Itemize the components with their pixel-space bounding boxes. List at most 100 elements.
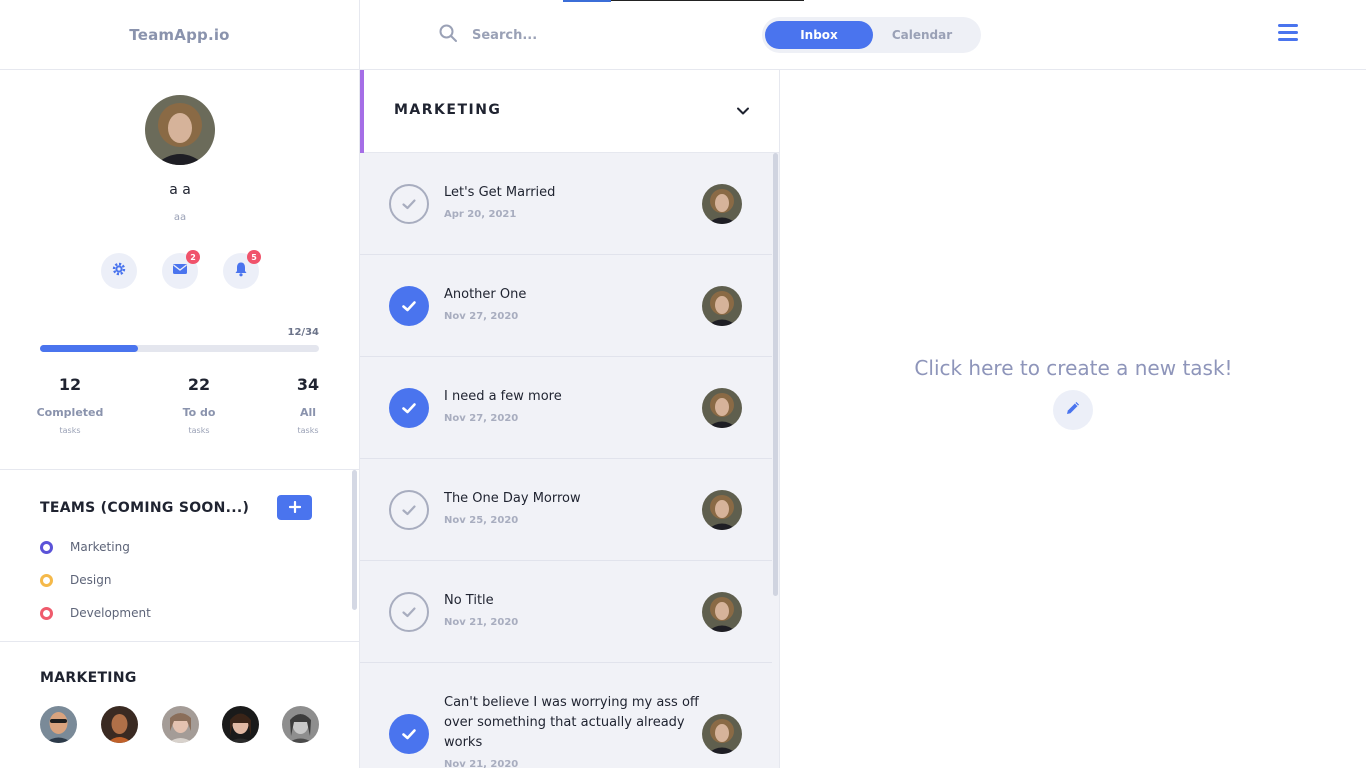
stat-sub: tasks bbox=[297, 426, 319, 435]
task-list-scrollbar[interactable] bbox=[773, 153, 778, 596]
task-assignee-avatar bbox=[702, 490, 742, 530]
hamburger-menu-icon[interactable] bbox=[1276, 22, 1300, 44]
divider bbox=[0, 469, 359, 470]
member-avatar[interactable] bbox=[222, 706, 259, 743]
team-label: Design bbox=[70, 573, 112, 587]
task-assignee-avatar bbox=[702, 184, 742, 224]
sidebar-scrollbar[interactable] bbox=[352, 470, 357, 610]
task-title: No Title bbox=[444, 593, 494, 608]
task-row[interactable]: No Title Nov 21, 2020 bbox=[360, 561, 772, 663]
team-item-marketing[interactable]: Marketing bbox=[40, 537, 130, 557]
task-assignee-avatar bbox=[702, 714, 742, 754]
stat-sub: tasks bbox=[188, 426, 210, 435]
task-checkbox[interactable] bbox=[389, 184, 429, 224]
stat-todo: 22 To do tasks bbox=[159, 375, 239, 435]
task-list-panel: MARKETING Let's Get Married Apr 20, 2021… bbox=[360, 70, 780, 768]
messages-badge: 2 bbox=[186, 250, 200, 264]
messages-button[interactable]: 2 bbox=[162, 250, 200, 289]
checkmark-icon bbox=[402, 403, 416, 414]
sidebar: a a aa 2 5 12/34 12 Completed tasks 22 T… bbox=[0, 70, 360, 768]
team-color-dot bbox=[40, 540, 53, 554]
app-root: TeamApp.io Inbox Calendar a a bbox=[0, 0, 1366, 768]
task-title: Can't believe I was worrying my ass off … bbox=[444, 695, 699, 750]
stat-label: All bbox=[299, 406, 317, 419]
notifications-button[interactable]: 5 bbox=[223, 250, 261, 289]
members-section-title: MARKETING bbox=[40, 670, 137, 686]
list-header-accent bbox=[360, 70, 364, 153]
member-avatar[interactable] bbox=[282, 706, 319, 743]
tab-inbox[interactable]: Inbox bbox=[765, 21, 873, 49]
search-input[interactable] bbox=[472, 27, 692, 43]
stat-completed: 12 Completed tasks bbox=[30, 375, 110, 435]
task-checkbox[interactable] bbox=[389, 388, 429, 428]
checkmark-icon bbox=[402, 729, 416, 740]
task-date: Nov 27, 2020 bbox=[444, 413, 519, 424]
teams-title: TEAMS (COMING SOON...) bbox=[40, 500, 250, 516]
profile-handle: aa bbox=[173, 212, 187, 223]
gear-icon bbox=[111, 261, 127, 281]
task-date: Nov 27, 2020 bbox=[444, 311, 519, 322]
task-row[interactable]: Can't believe I was worrying my ass off … bbox=[360, 663, 772, 768]
view-toggle: Inbox Calendar bbox=[762, 17, 981, 53]
task-date: Nov 21, 2020 bbox=[444, 759, 519, 768]
plus-icon bbox=[288, 498, 301, 517]
progress-bar bbox=[40, 345, 319, 352]
team-label: Marketing bbox=[70, 540, 130, 554]
progress-count: 12/34 bbox=[287, 327, 319, 338]
task-checkbox[interactable] bbox=[389, 592, 429, 632]
checkmark-icon bbox=[402, 199, 416, 210]
mail-icon bbox=[172, 261, 188, 281]
create-task-button[interactable] bbox=[1053, 390, 1093, 430]
task-detail-panel: Click here to create a new task! bbox=[781, 70, 1366, 768]
stat-sub: tasks bbox=[59, 426, 81, 435]
stat-label: To do bbox=[182, 406, 216, 419]
top-bar: TeamApp.io Inbox Calendar bbox=[0, 0, 1366, 70]
brand-logo[interactable]: TeamApp.io bbox=[0, 0, 360, 70]
team-label: Development bbox=[70, 606, 151, 620]
task-row[interactable]: The One Day Morrow Nov 25, 2020 bbox=[360, 459, 772, 561]
task-checkbox[interactable] bbox=[389, 714, 429, 754]
stat-label: Completed bbox=[36, 406, 104, 419]
task-list-header[interactable]: MARKETING bbox=[360, 70, 779, 153]
search-icon[interactable] bbox=[438, 23, 458, 47]
task-title: Another One bbox=[444, 287, 527, 302]
task-assignee-avatar bbox=[702, 286, 742, 326]
checkmark-icon bbox=[402, 505, 416, 516]
team-color-dot bbox=[40, 573, 53, 587]
team-item-design[interactable]: Design bbox=[40, 570, 111, 590]
task-assignee-avatar bbox=[702, 592, 742, 632]
stat-value: 34 bbox=[296, 375, 320, 394]
stat-value: 12 bbox=[58, 375, 82, 394]
create-task-link[interactable]: Click here to create a new task! bbox=[781, 356, 1366, 380]
stat-value: 22 bbox=[187, 375, 211, 394]
task-title: I need a few more bbox=[444, 389, 562, 404]
top-border-accent bbox=[563, 0, 611, 2]
task-list-title: MARKETING bbox=[394, 102, 502, 118]
profile-avatar[interactable] bbox=[145, 95, 215, 165]
task-title: Let's Get Married bbox=[444, 185, 556, 200]
team-item-development[interactable]: Development bbox=[40, 603, 151, 623]
task-checkbox[interactable] bbox=[389, 286, 429, 326]
task-date: Nov 21, 2020 bbox=[444, 617, 519, 628]
member-avatar[interactable] bbox=[40, 706, 77, 743]
task-row[interactable]: Let's Get Married Apr 20, 2021 bbox=[360, 153, 772, 255]
notifications-badge: 5 bbox=[247, 250, 261, 264]
chevron-down-icon[interactable] bbox=[734, 102, 752, 120]
task-title: The One Day Morrow bbox=[444, 491, 581, 506]
team-color-dot bbox=[40, 606, 53, 620]
task-date: Nov 25, 2020 bbox=[444, 515, 519, 526]
checkmark-icon bbox=[402, 301, 416, 312]
bell-icon bbox=[233, 261, 249, 281]
member-avatar[interactable] bbox=[101, 706, 138, 743]
add-team-button[interactable] bbox=[277, 495, 312, 520]
task-row[interactable]: I need a few more Nov 27, 2020 bbox=[360, 357, 772, 459]
settings-button[interactable] bbox=[101, 253, 137, 289]
pencil-icon bbox=[1063, 398, 1083, 422]
task-row[interactable]: Another One Nov 27, 2020 bbox=[360, 255, 772, 357]
divider bbox=[0, 641, 359, 642]
task-checkbox[interactable] bbox=[389, 490, 429, 530]
member-avatar[interactable] bbox=[162, 706, 199, 743]
task-date: Apr 20, 2021 bbox=[444, 209, 517, 220]
search-bar bbox=[438, 24, 692, 46]
tab-calendar[interactable]: Calendar bbox=[868, 21, 976, 49]
